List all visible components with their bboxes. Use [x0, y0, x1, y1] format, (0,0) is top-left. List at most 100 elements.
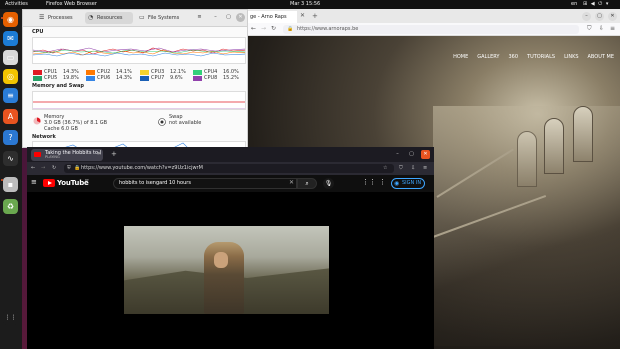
tab-strip: ge - Arno Raps ✕ + – ▢ ✕ — [247, 9, 620, 23]
header-bar: ☰ Processes ◔ Resources ▭ File Systems ≡ – … — [23, 10, 247, 27]
youtube-favicon-icon — [34, 152, 41, 157]
nav-home[interactable]: HOME — [453, 54, 468, 60]
thunderbird-icon[interactable]: ✉ — [3, 31, 18, 46]
tab-file-systems[interactable]: ▭ File Systems — [136, 12, 192, 24]
clear-search-icon[interactable]: ✕ — [289, 179, 294, 186]
memory-pie-icon — [33, 117, 41, 125]
swap-value: not available — [169, 120, 202, 126]
firefox-icon[interactable]: ◉ — [3, 12, 18, 27]
system-monitor-window: ☰ Processes ◔ Resources ▭ File Systems ≡ – … — [22, 9, 248, 148]
close-icon[interactable]: ✕ — [236, 13, 245, 22]
nav-about[interactable]: ABOUT ME — [588, 54, 614, 60]
minimize-icon[interactable]: – — [211, 13, 220, 22]
volume-icon: ◀ — [590, 1, 596, 7]
memory-graph — [32, 91, 246, 110]
files-icon[interactable]: ▭ — [3, 50, 18, 65]
nav-gallery[interactable]: GALLERY — [477, 54, 499, 60]
extensions-icon[interactable]: ⇩ — [411, 165, 415, 171]
top-bar: Activities Firefox Web Browser Mar 3 15:… — [0, 0, 620, 9]
running-indicator — [1, 17, 3, 19]
country-code: BE — [85, 178, 89, 182]
menu-icon[interactable]: ≡ — [195, 13, 204, 22]
tab-arnoraps[interactable]: ge - Arno Raps — [247, 11, 297, 23]
apps-grid-icon[interactable]: ⋮⋮ — [362, 178, 376, 186]
youtube-logo-icon[interactable] — [43, 179, 55, 187]
mic-icon: 🎙 — [324, 180, 333, 187]
nav-360[interactable]: 360 — [508, 54, 518, 60]
search-button[interactable]: ⌕ — [297, 178, 317, 189]
search-icon: ⌕ — [305, 180, 309, 187]
extensions-icon[interactable]: ⇩ — [599, 25, 604, 32]
back-icon[interactable]: ← — [251, 25, 256, 32]
video-frame[interactable] — [124, 226, 329, 314]
mic-button[interactable]: 🎙 — [323, 178, 334, 189]
close-window-icon[interactable]: ✕ — [421, 150, 430, 159]
activities-button[interactable]: Activities — [5, 0, 28, 9]
toolbar: ← → ↻ https://www.arnoraps.be 🔒 ⛉ ⇩ ≡ — [247, 23, 620, 36]
tab-youtube[interactable]: Taking the Hobbits to I PLAYING ✕ — [31, 149, 103, 161]
cpu-graph — [32, 37, 246, 64]
lock-icon[interactable]: 🔒 — [287, 26, 293, 32]
cpu6-legend: CPU6 14.3% — [86, 75, 132, 81]
language-indicator[interactable]: en — [571, 0, 577, 9]
app-menu[interactable]: Firefox Web Browser — [46, 0, 97, 9]
pocket-icon[interactable]: ⛉ — [399, 165, 403, 171]
new-tab-icon[interactable]: + — [111, 150, 117, 158]
youtube-wordmark[interactable]: YouTube — [57, 179, 89, 187]
maximize-icon[interactable]: ▢ — [407, 150, 416, 159]
show-apps-icon[interactable]: ⋮⋮ — [3, 310, 18, 325]
hamburger-menu-icon[interactable]: ≡ — [31, 178, 37, 186]
maximize-icon[interactable]: ▢ — [595, 12, 604, 21]
back-icon[interactable]: ← — [31, 165, 35, 171]
address-bar[interactable]: https://www.youtube.com/watch?v=z9Uz1icj… — [64, 164, 394, 173]
menu-icon[interactable]: ≡ — [610, 25, 615, 32]
nav-links[interactable]: LINKS — [564, 54, 578, 60]
system-tray[interactable]: ⊞ ◀ ⏻ ▾ — [583, 0, 609, 9]
tab-resources[interactable]: ◔ Resources — [85, 12, 133, 24]
nav-tutorials[interactable]: TUTORIALS — [527, 54, 555, 60]
user-icon: ◉ — [394, 180, 400, 187]
trash-icon[interactable]: ♻ — [3, 199, 18, 214]
video-player[interactable] — [27, 192, 434, 349]
resources-icon: ◔ — [88, 14, 94, 21]
video-figure-face — [214, 252, 228, 268]
minimize-icon[interactable]: – — [393, 150, 402, 159]
maximize-icon[interactable]: ▢ — [224, 13, 233, 22]
help-icon[interactable]: ? — [3, 130, 18, 145]
pocket-icon[interactable]: ⛉ — [587, 25, 592, 33]
software-icon[interactable]: A — [3, 109, 18, 124]
menu-icon[interactable]: ≡ — [423, 165, 427, 171]
reload-icon[interactable]: ↻ — [271, 25, 276, 32]
running-indicator — [1, 179, 3, 181]
close-window-icon[interactable]: ✕ — [608, 12, 617, 21]
clock[interactable]: Mar 3 15:56 — [290, 0, 320, 9]
dock: ◉ ✉ ▭ ◎ ≡ A? ∿ ▪ ♻ ⋮⋮ — [0, 9, 22, 349]
toolbar: ← → ↻ https://www.youtube.com/watch?v=z9… — [27, 162, 434, 175]
disk-icon[interactable]: ▪ — [3, 177, 18, 192]
sign-in-button[interactable]: ◉ SIGN IN — [391, 178, 425, 189]
youtube-header: ≡ YouTube BE hobbits to isengard 10 hour… — [27, 175, 434, 192]
forward-icon[interactable]: → — [261, 25, 266, 32]
writer-icon[interactable]: ≡ — [3, 88, 18, 103]
bookmark-star-icon[interactable]: ☆ — [383, 165, 387, 171]
system-monitor-icon[interactable]: ∿ — [3, 151, 18, 166]
network-icon: ⊞ — [583, 1, 589, 7]
address-bar[interactable]: https://www.arnoraps.be — [283, 25, 579, 34]
forward-icon[interactable]: → — [41, 165, 45, 171]
rhythmbox-icon[interactable]: ◎ — [3, 69, 18, 84]
site-nav: HOME GALLERY 360 TUTORIALS LINKS ABOUT M… — [453, 54, 614, 60]
shield-icon[interactable]: ⛨ — [67, 165, 71, 171]
lock-icon[interactable]: 🔒 — [74, 165, 80, 171]
new-tab-icon[interactable]: + — [312, 12, 318, 20]
search-input[interactable]: hobbits to isengard 10 hours — [113, 178, 297, 189]
close-tab-icon[interactable]: ✕ — [97, 151, 101, 157]
disk-icon: ▭ — [139, 14, 145, 21]
cpu-section-title: CPU — [32, 29, 44, 35]
minimize-icon[interactable]: – — [582, 12, 591, 21]
close-icon[interactable]: ✕ — [300, 12, 305, 19]
processes-icon: ☰ — [39, 14, 45, 21]
arched-window — [544, 118, 564, 174]
settings-dots-icon[interactable]: ⋮ — [379, 178, 386, 186]
reload-icon[interactable]: ↻ — [52, 165, 56, 171]
tab-processes[interactable]: ☰ Processes — [36, 12, 82, 24]
